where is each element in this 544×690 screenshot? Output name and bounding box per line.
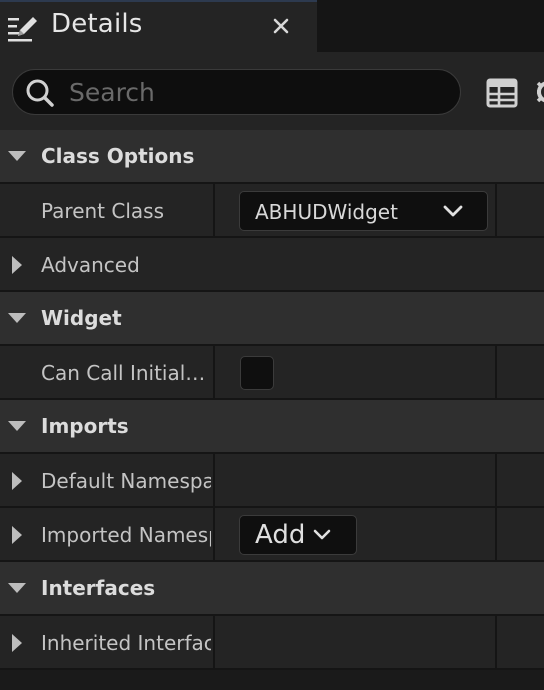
property-label: Advanced <box>41 253 140 277</box>
category-label: Widget <box>41 306 122 330</box>
chevron-right-icon <box>12 256 22 274</box>
column-divider[interactable] <box>213 454 215 506</box>
chevron-right-icon <box>12 472 22 490</box>
category-label: Interfaces <box>41 576 156 600</box>
table-view-icon[interactable] <box>486 78 518 108</box>
column-divider <box>495 184 497 236</box>
tab-details[interactable]: Details <box>0 0 317 52</box>
chevron-down-icon <box>8 583 26 593</box>
property-default-namespaces[interactable]: Default Namespaces <box>0 454 544 508</box>
close-tab-button[interactable] <box>268 13 294 39</box>
property-can-call-initialized: Can Call Initialized Without Player Cont… <box>0 346 544 400</box>
category-label: Imports <box>41 414 129 438</box>
column-divider[interactable] <box>213 508 215 560</box>
details-toolbar <box>0 52 544 130</box>
tab-title: Details <box>51 9 143 39</box>
category-class-options[interactable]: Class Options <box>0 130 544 184</box>
search-box[interactable] <box>12 69 461 115</box>
chevron-down-icon <box>443 205 463 217</box>
details-panel: Details Search Class Options Parent Clas… <box>0 0 544 690</box>
edit-details-icon <box>8 17 37 42</box>
add-label: Add <box>255 520 306 550</box>
column-divider <box>495 454 497 506</box>
can-call-initialized-checkbox[interactable] <box>240 356 274 390</box>
column-divider[interactable] <box>213 616 215 668</box>
column-divider[interactable] <box>213 184 215 236</box>
property-imported-namespaces[interactable]: Imported Namespaces Add <box>0 508 544 562</box>
category-label: Class Options <box>41 144 195 168</box>
property-inherited-interfaces[interactable]: Inherited Interfaces <box>0 616 544 670</box>
gear-icon[interactable] <box>534 76 544 108</box>
chevron-down-icon <box>8 151 26 161</box>
column-divider <box>495 346 497 398</box>
property-label: Imported Namespaces <box>41 523 211 547</box>
category-imports[interactable]: Imports <box>0 400 544 454</box>
property-advanced[interactable]: Advanced <box>0 238 544 292</box>
column-divider[interactable] <box>213 346 215 398</box>
property-parent-class: Parent Class ABHUDWidget <box>0 184 544 238</box>
search-icon <box>26 79 54 107</box>
category-widget[interactable]: Widget <box>0 292 544 346</box>
chevron-down-icon <box>8 313 26 323</box>
category-interfaces[interactable]: Interfaces <box>0 562 544 616</box>
parent-class-value: ABHUDWidget <box>255 200 398 224</box>
chevron-down-icon <box>8 421 26 431</box>
property-label: Can Call Initialized Without Player Cont… <box>41 361 206 385</box>
parent-class-dropdown[interactable]: ABHUDWidget <box>239 191 488 231</box>
property-label: Inherited Interfaces <box>41 631 211 655</box>
chevron-right-icon <box>12 526 22 544</box>
chevron-down-icon <box>313 529 331 540</box>
chevron-right-icon <box>12 634 22 652</box>
add-namespace-button[interactable]: Add <box>239 515 357 555</box>
property-label: Default Namespaces <box>41 469 211 493</box>
column-divider <box>495 616 497 668</box>
column-divider <box>495 508 497 560</box>
search-input[interactable] <box>69 76 449 108</box>
property-list: Class Options Parent Class ABHUDWidget A… <box>0 130 544 670</box>
property-label: Parent Class <box>41 199 164 223</box>
close-icon <box>273 18 289 34</box>
tab-bar: Details <box>0 0 544 52</box>
